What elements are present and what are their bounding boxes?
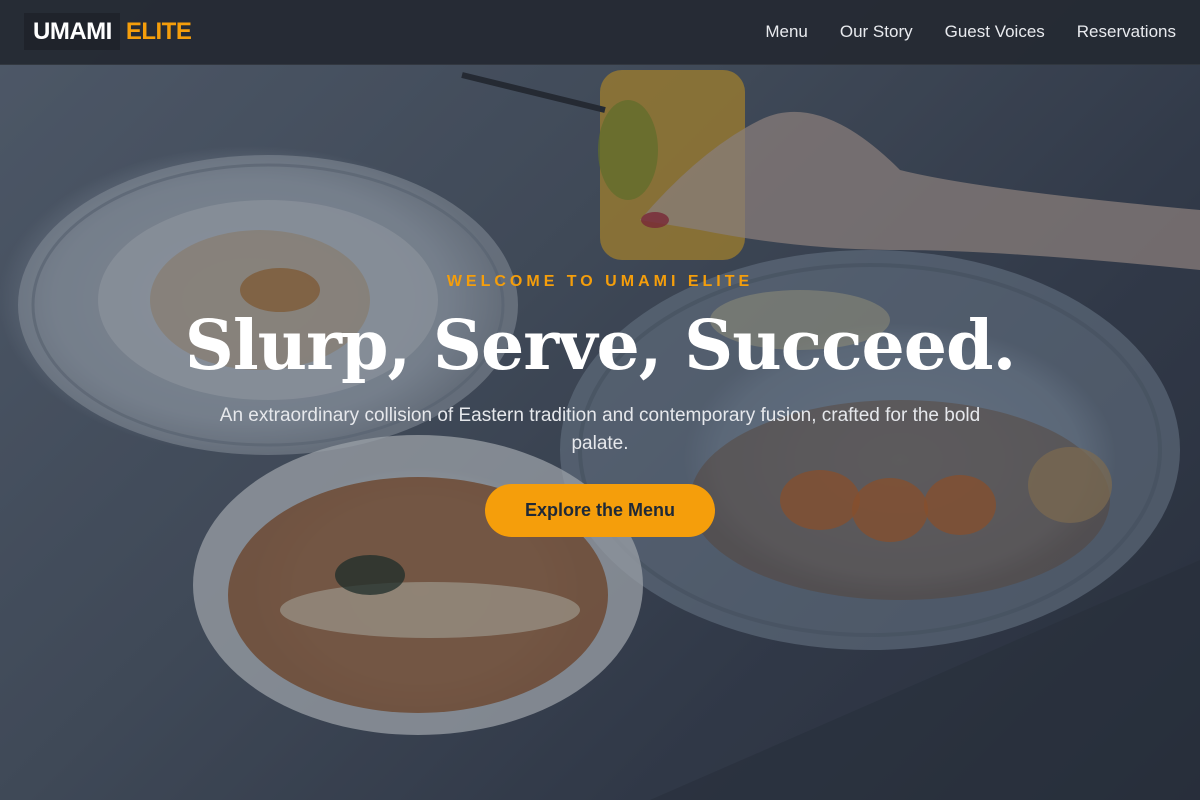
explore-menu-button[interactable]: Explore the Menu bbox=[484, 484, 716, 537]
hero-eyebrow: WELCOME TO UMAMI ELITE bbox=[446, 273, 754, 290]
logo-primary-text: UMAMI bbox=[24, 13, 120, 50]
nav-link-reservations[interactable]: Reservations bbox=[1077, 22, 1176, 42]
page: UMAMI ELITE Menu Our Story Guest Voices … bbox=[0, 0, 1200, 800]
logo-accent-text: ELITE bbox=[125, 17, 192, 45]
hero-section: WELCOME TO UMAMI ELITE Slurp, Serve, Suc… bbox=[0, 270, 1200, 537]
nav-link-menu[interactable]: Menu bbox=[765, 22, 808, 42]
main-nav: Menu Our Story Guest Voices Reservations bbox=[765, 0, 1176, 64]
hero-headline: Slurp, Serve, Succeed. bbox=[184, 306, 1017, 386]
hero-subtitle: An extraordinary collision of Eastern tr… bbox=[219, 405, 981, 454]
logo[interactable]: UMAMI ELITE bbox=[24, 13, 192, 50]
site-header: UMAMI ELITE Menu Our Story Guest Voices … bbox=[0, 0, 1200, 65]
nav-link-our-story[interactable]: Our Story bbox=[840, 22, 913, 42]
nav-link-guest-voices[interactable]: Guest Voices bbox=[945, 22, 1045, 42]
